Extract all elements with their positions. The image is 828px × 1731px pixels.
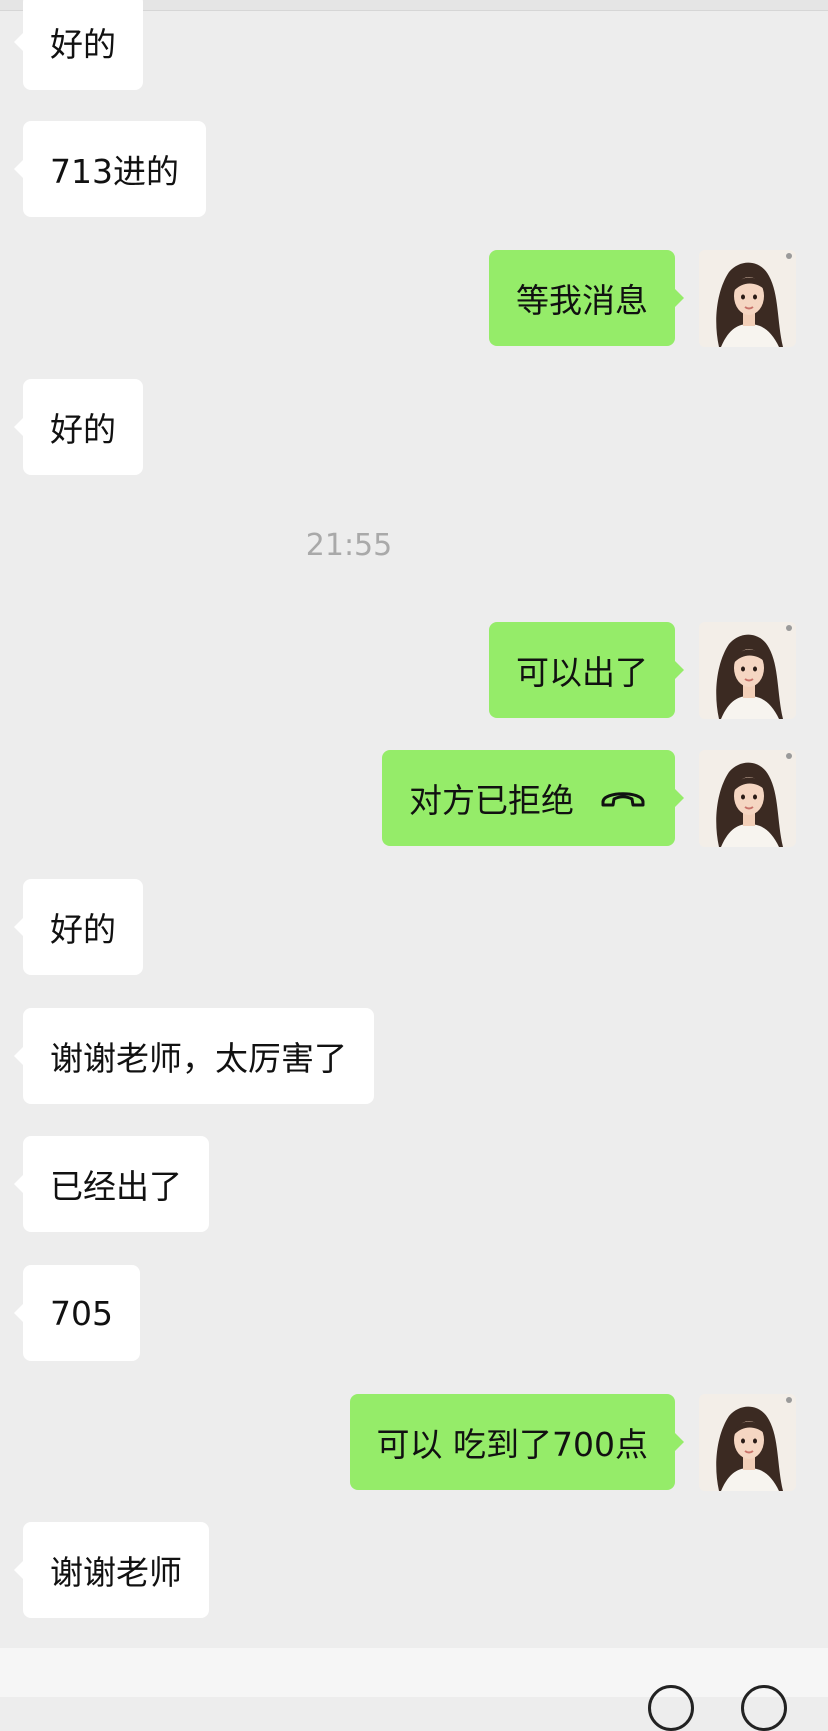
message-text: 可以 吃到了700点: [376, 1425, 648, 1464]
message-text: 好的: [50, 25, 116, 64]
message-row: 已经出了: [0, 1136, 828, 1232]
message-row: 对方已拒绝: [0, 750, 828, 847]
message-bubble-received[interactable]: 713进的: [14, 121, 206, 217]
message-text: 谢谢老师: [50, 1553, 182, 1592]
message-row: 等我消息: [0, 250, 828, 347]
message-text: 等我消息: [516, 281, 648, 320]
avatar-portrait-icon: [699, 1394, 796, 1491]
avatar-portrait-icon: [699, 250, 796, 347]
avatar-status-dot: [786, 1397, 792, 1403]
message-text: 705: [50, 1293, 113, 1333]
call-declined-bubble[interactable]: 对方已拒绝: [382, 750, 684, 846]
message-bubble-received[interactable]: 好的: [14, 879, 143, 975]
phone-hangup-icon: [598, 785, 648, 811]
input-bar: [0, 1648, 828, 1697]
message-row: 好的: [0, 379, 828, 475]
message-row: 713进的: [0, 121, 828, 217]
message-bubble-received[interactable]: 谢谢老师: [14, 1522, 209, 1618]
message-bubble-received[interactable]: 已经出了: [14, 1136, 209, 1232]
message-bubble-sent[interactable]: 可以 吃到了700点: [349, 1394, 685, 1490]
emoji-button[interactable]: [648, 1685, 694, 1731]
message-text: 谢谢老师，太厉害了: [50, 1039, 347, 1078]
message-row: 705: [0, 1265, 828, 1361]
avatar[interactable]: [699, 250, 796, 347]
message-row: 可以 吃到了700点: [0, 1394, 828, 1491]
avatar[interactable]: [699, 622, 796, 719]
avatar-status-dot: [786, 253, 792, 259]
message-text: 好的: [50, 910, 116, 949]
message-row: 可以出了: [0, 622, 828, 719]
message-bubble-sent[interactable]: 等我消息: [489, 250, 684, 346]
avatar[interactable]: [699, 1394, 796, 1491]
message-text: 好的: [50, 410, 116, 449]
message-bubble-received[interactable]: 好的: [14, 379, 143, 475]
more-button[interactable]: [741, 1685, 787, 1731]
message-text: 可以出了: [516, 653, 648, 692]
message-bubble-received[interactable]: 705: [14, 1265, 140, 1361]
chat-timestamp: 21:55: [305, 528, 393, 563]
message-row: 谢谢老师，太厉害了: [0, 1008, 828, 1104]
message-text: 713进的: [50, 152, 179, 191]
message-bubble-received[interactable]: 好的: [14, 0, 143, 90]
message-text: 对方已拒绝: [409, 781, 574, 820]
message-bubble-sent[interactable]: 可以出了: [489, 622, 684, 718]
avatar-portrait-icon: [699, 750, 796, 847]
message-row: 好的: [0, 0, 828, 90]
avatar-status-dot: [786, 753, 792, 759]
avatar-status-dot: [786, 625, 792, 631]
message-row: 好的: [0, 879, 828, 975]
message-bubble-received[interactable]: 谢谢老师，太厉害了: [14, 1008, 374, 1104]
avatar[interactable]: [699, 750, 796, 847]
avatar-portrait-icon: [699, 622, 796, 719]
message-text: 已经出了: [50, 1167, 182, 1206]
message-row: 谢谢老师: [0, 1522, 828, 1618]
